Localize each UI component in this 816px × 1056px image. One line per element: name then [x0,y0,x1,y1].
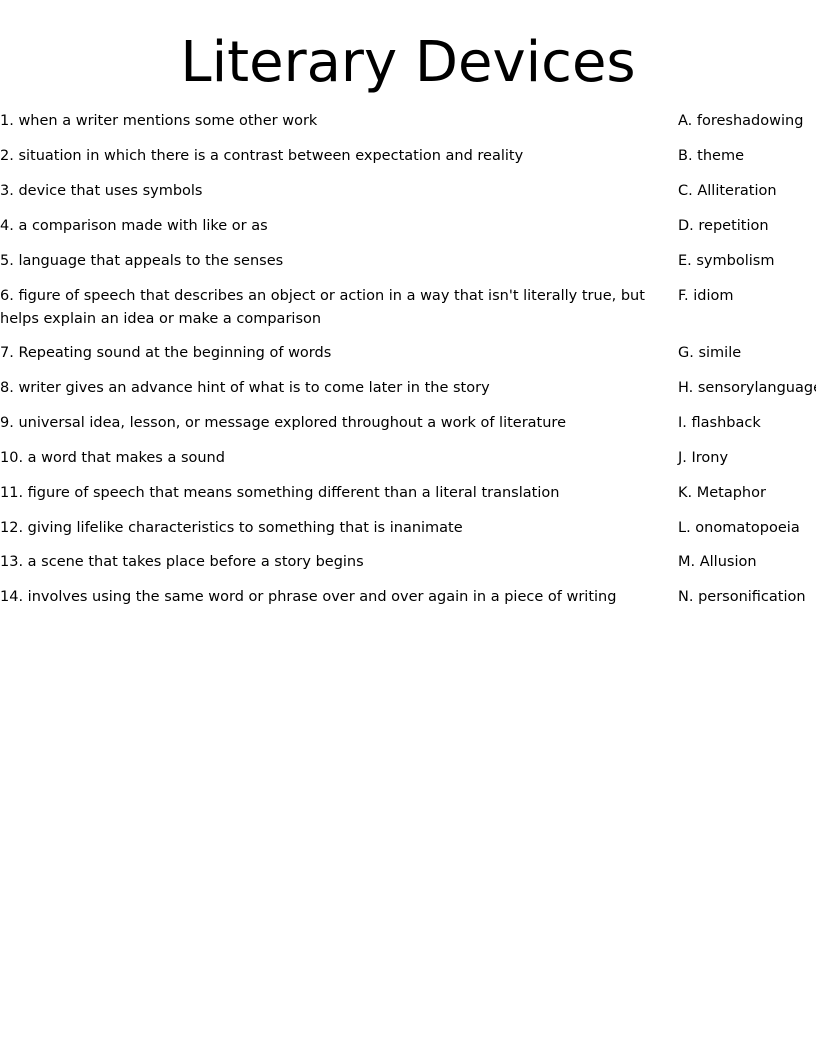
answer-option: F. idiom [678,288,734,304]
clue-text: 8. writer gives an advance hint of what … [0,380,490,396]
page-title: Literary Devices [180,30,636,95]
clue-text: 10. a word that makes a sound [0,450,225,466]
answer-option: D. repetition [678,218,769,234]
clue-text: 5. language that appeals to the senses [0,253,284,269]
clue-text: 14. involves using the same word or phra… [0,589,617,605]
answer-option: N. personification [678,589,806,605]
clue-text: 1. when a writer mentions some other wor… [0,113,318,129]
answer-option: L. onomatopoeia [678,520,800,536]
clue-text: 11. figure of speech that means somethin… [0,485,560,501]
clue-text: 9. universal idea, lesson, or message ex… [0,415,566,431]
answer-option: K. Metaphor [678,485,766,501]
answer-option: M. Allusion [678,554,757,570]
answer-option: J. Irony [678,450,729,466]
clue-text: 6. figure of speech that describes an ob… [0,288,645,327]
answer-option: E. symbolism [678,253,775,269]
answer-option: H. sensorylanguage [678,380,816,396]
clue-text: 2. situation in which there is a contras… [0,148,524,164]
clue-text: 13. a scene that takes place before a st… [0,554,364,570]
clue-text: 7. Repeating sound at the beginning of w… [0,345,332,361]
answer-option: A. foreshadowing [678,113,804,129]
answer-option: G. simile [678,345,742,361]
answer-option: B. theme [678,148,745,164]
clue-text: 4. a comparison made with like or as [0,218,268,234]
clue-text: 12. giving lifelike characteristics to s… [0,520,463,536]
answer-option: C. Alliteration [678,183,777,199]
answer-option: I. flashback [678,415,761,431]
clue-text: 3. device that uses symbols [0,183,203,199]
